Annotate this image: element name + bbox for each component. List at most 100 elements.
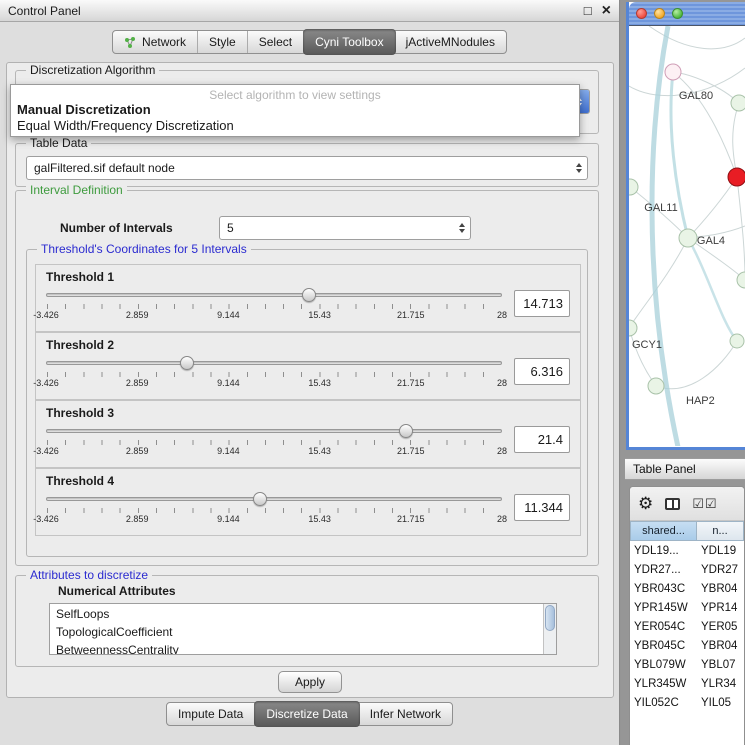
tab-label: Infer Network bbox=[370, 707, 441, 721]
apply-button[interactable]: Apply bbox=[278, 671, 342, 693]
cyni-toolbox-content: Discretization Algorithm Select algorith… bbox=[6, 62, 614, 698]
threshold-4-value-field[interactable]: 11.344 bbox=[514, 494, 570, 521]
tab-label: jActiveMNodules bbox=[406, 35, 495, 49]
number-of-intervals-combobox[interactable]: 5 bbox=[219, 216, 471, 240]
tick-label: -3.426 bbox=[33, 446, 59, 456]
column-header-shared-name[interactable]: shared... bbox=[630, 521, 697, 541]
columns-icon[interactable] bbox=[665, 498, 680, 510]
slider-thumb[interactable] bbox=[253, 492, 267, 506]
tick-label: 2.859 bbox=[126, 446, 149, 456]
tab-label: Impute Data bbox=[178, 707, 243, 721]
number-of-intervals-label: Number of Intervals bbox=[60, 216, 173, 240]
slider-track[interactable] bbox=[46, 497, 502, 501]
interval-definition-group: Interval Definition Number of Intervals … bbox=[15, 190, 599, 566]
scrollbar-thumb[interactable] bbox=[545, 605, 555, 631]
dropdown-option-equal-width-frequency[interactable]: Equal Width/Frequency Discretization bbox=[11, 118, 579, 134]
node-selected-red[interactable] bbox=[728, 168, 745, 186]
tick-label: 15.43 bbox=[308, 310, 331, 320]
column-header-name[interactable]: n... bbox=[697, 521, 744, 541]
table-row[interactable]: YLR345W YLR34 bbox=[630, 674, 744, 693]
tab-select[interactable]: Select bbox=[248, 31, 304, 53]
table-row[interactable]: YDR27... YDR27 bbox=[630, 560, 744, 579]
threshold-3-value-field[interactable]: 21.4 bbox=[514, 426, 570, 453]
node-label: GAL11 bbox=[644, 202, 677, 214]
thresholds-coordinates-group: Threshold's Coordinates for 5 Intervals … bbox=[26, 249, 588, 557]
slider-thumb[interactable] bbox=[180, 356, 194, 370]
group-title: Discretization Algorithm bbox=[26, 63, 159, 77]
table-row[interactable]: YBL079W YBL07 bbox=[630, 655, 744, 674]
tab-network[interactable]: Network bbox=[113, 31, 198, 53]
node-gal4[interactable] bbox=[679, 229, 697, 247]
tick-label: 28 bbox=[497, 310, 507, 320]
threshold-3-slider[interactable] bbox=[46, 423, 502, 439]
slider-track[interactable] bbox=[46, 293, 502, 297]
node[interactable] bbox=[730, 334, 744, 348]
float-window-icon[interactable]: □ bbox=[584, 4, 592, 17]
slider-thumb[interactable] bbox=[302, 288, 316, 302]
group-title: Threshold's Coordinates for 5 Intervals bbox=[37, 242, 251, 256]
minimize-traffic-light-icon[interactable] bbox=[654, 8, 665, 19]
tick-label: -3.426 bbox=[33, 378, 59, 388]
right-panel: GAL80 GAL11 GAL4 GCY1 HAP2 Table Panel ⚙… bbox=[621, 0, 745, 745]
slider-tick-labels: -3.426 2.859 9.144 15.43 21.715 28 bbox=[46, 309, 502, 320]
group-title: Interval Definition bbox=[26, 183, 127, 197]
threshold-label: Threshold 3 bbox=[46, 406, 570, 420]
list-item[interactable]: BetweennessCentrality bbox=[50, 641, 542, 655]
checkbox-select-icons[interactable]: ☑☑ bbox=[692, 497, 717, 510]
tab-label: Discretize Data bbox=[266, 707, 347, 721]
network-canvas[interactable]: GAL80 GAL11 GAL4 GCY1 HAP2 bbox=[629, 26, 745, 446]
node[interactable] bbox=[665, 64, 681, 80]
combobox-value: 5 bbox=[227, 221, 455, 235]
table-row[interactable]: YBR045C YBR04 bbox=[630, 636, 744, 655]
tick-label: -3.426 bbox=[33, 310, 59, 320]
node[interactable] bbox=[648, 378, 664, 394]
cyni-bottom-tabbar: Impute Data Discretize Data Infer Networ… bbox=[0, 702, 619, 726]
tab-impute-data[interactable]: Impute Data bbox=[167, 703, 255, 725]
table-toolbar: ⚙ ☑☑ bbox=[630, 487, 744, 521]
table-panel-title: Table Panel bbox=[625, 458, 745, 480]
dropdown-placeholder: Select algorithm to view settings bbox=[11, 85, 579, 102]
control-panel: Control Panel □ × Network Style Select bbox=[0, 0, 620, 745]
node[interactable] bbox=[731, 95, 745, 111]
list-item[interactable]: TopologicalCoefficient bbox=[50, 623, 542, 641]
table-row[interactable]: YIL052C YIL05 bbox=[630, 693, 744, 712]
close-traffic-light-icon[interactable] bbox=[636, 8, 647, 19]
list-item[interactable]: SelfLoops bbox=[50, 605, 542, 623]
threshold-1-slider[interactable] bbox=[46, 287, 502, 303]
dropdown-option-manual-discretization[interactable]: Manual Discretization bbox=[11, 102, 579, 118]
tab-label: Style bbox=[209, 35, 236, 49]
list-scrollbar[interactable] bbox=[543, 604, 556, 654]
table-row[interactable]: YBR043C YBR04 bbox=[630, 579, 744, 598]
threshold-4-panel: Threshold 4 -3.426 2.859 9.144 bbox=[35, 468, 581, 536]
close-icon[interactable]: × bbox=[602, 3, 611, 19]
node-label: GCY1 bbox=[632, 339, 662, 351]
table-data-combobox[interactable]: galFiltered.sif default node bbox=[26, 156, 588, 180]
slider-track[interactable] bbox=[46, 361, 502, 365]
gear-icon[interactable]: ⚙ bbox=[638, 495, 653, 512]
group-title: Attributes to discretize bbox=[26, 568, 152, 582]
network-window-titlebar[interactable] bbox=[629, 2, 745, 26]
tick-label: 21.715 bbox=[397, 514, 425, 524]
tab-discretize-data[interactable]: Discretize Data bbox=[254, 701, 359, 727]
attributes-to-discretize-group: Attributes to discretize Numerical Attri… bbox=[15, 575, 599, 667]
threshold-2-slider[interactable] bbox=[46, 355, 502, 371]
node-gcy1[interactable] bbox=[629, 320, 637, 336]
slider-thumb[interactable] bbox=[399, 424, 413, 438]
table-row[interactable]: YPR145W YPR14 bbox=[630, 598, 744, 617]
algorithm-dropdown-popup: Select algorithm to view settings Manual… bbox=[10, 84, 580, 137]
table-row[interactable]: YDL19... YDL19 bbox=[630, 541, 744, 560]
slider-track[interactable] bbox=[46, 429, 502, 433]
threshold-4-slider[interactable] bbox=[46, 491, 502, 507]
zoom-traffic-light-icon[interactable] bbox=[672, 8, 683, 19]
tab-cyni-toolbox[interactable]: Cyni Toolbox bbox=[303, 29, 395, 55]
threshold-1-value-field[interactable]: 14.713 bbox=[514, 290, 570, 317]
tab-group: Impute Data Discretize Data Infer Networ… bbox=[166, 702, 453, 726]
tick-label: 28 bbox=[497, 446, 507, 456]
table-row[interactable]: YER054C YER05 bbox=[630, 617, 744, 636]
tab-style[interactable]: Style bbox=[198, 31, 248, 53]
node-label: GAL80 bbox=[679, 90, 713, 102]
threshold-2-value-field[interactable]: 6.316 bbox=[514, 358, 570, 385]
tab-jactivemnodules[interactable]: jActiveMNodules bbox=[395, 31, 506, 53]
tab-infer-network[interactable]: Infer Network bbox=[359, 703, 452, 725]
control-panel-titlebar: Control Panel □ × bbox=[0, 0, 619, 22]
